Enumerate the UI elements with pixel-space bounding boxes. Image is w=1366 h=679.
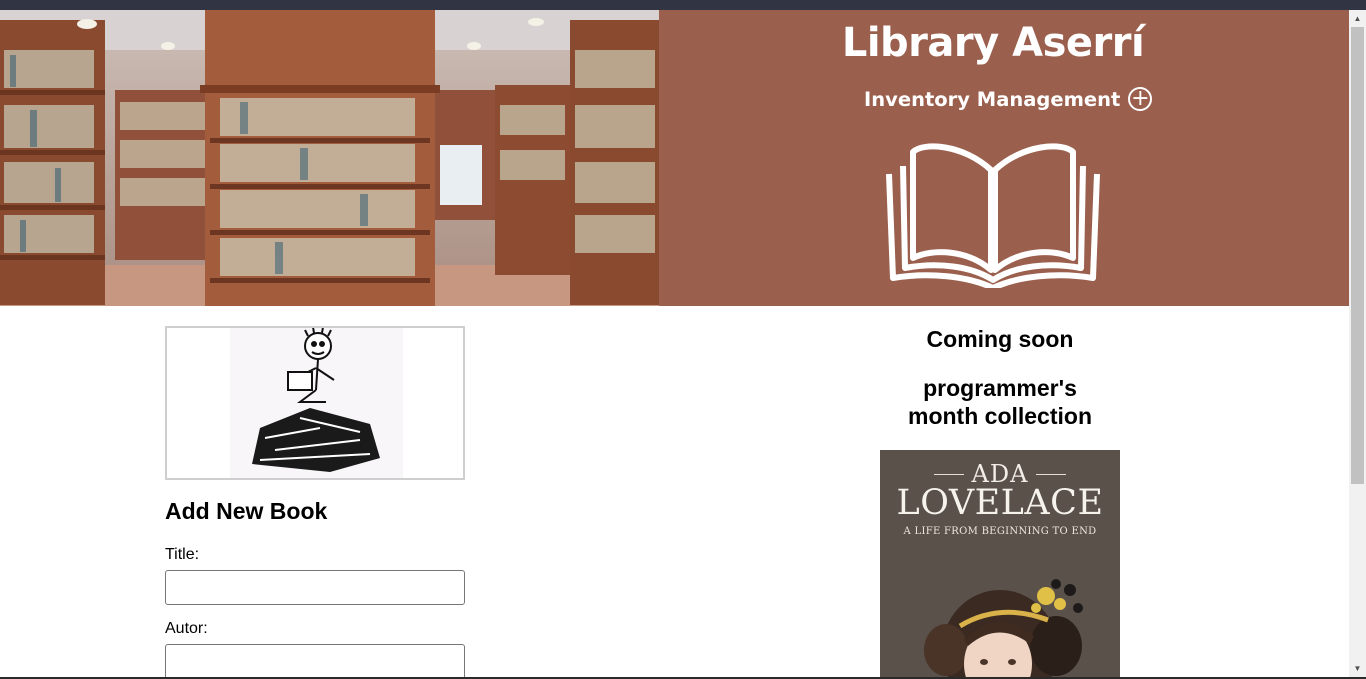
collection-line-1: programmer's [923,375,1077,401]
cover-portrait-illustration [924,579,1083,677]
open-book-icon [886,143,1100,288]
brand-panel: Library Aserrí Inventory Management + [659,10,1349,306]
header-banner: Library Aserrí Inventory Management + [0,10,1349,306]
library-interior-photo [0,10,659,306]
inventory-management-link[interactable]: Inventory Management + [864,84,1153,114]
site-subtitle: Inventory Management [864,87,1121,111]
ada-lovelace-book-cover[interactable]: Ada Lovelace A Life From Beginning to En… [880,450,1120,677]
kid-reading-on-books-image [230,326,403,478]
vertical-scrollbar[interactable]: ▲ ▼ [1349,10,1366,677]
title-input[interactable] [165,570,465,605]
plus-circle-icon[interactable]: + [1128,87,1153,111]
add-book-heading: Add New Book [165,498,328,524]
site-title: Library Aserrí [841,20,1145,66]
cover-rule-right [1036,473,1067,475]
scrollbar-thumb[interactable] [1351,27,1364,484]
reading-illustration-frame [165,326,465,480]
collection-heading: programmer's month collection [860,374,1140,430]
author-input[interactable] [165,644,465,677]
collection-line-2: month collection [908,403,1092,429]
page-viewport: Library Aserrí Inventory Management + Ad… [0,10,1349,677]
scroll-up-arrow-icon[interactable]: ▲ [1349,10,1366,27]
coming-soon-heading: Coming soon [926,326,1074,352]
cover-rule-left [933,473,964,475]
scroll-down-arrow-icon[interactable]: ▼ [1349,660,1366,677]
browser-top-bar [0,0,1366,10]
title-label: Title: [165,546,200,563]
cover-subtitle: A Life From Beginning to End [903,526,1097,537]
author-label: Autor: [165,620,208,637]
cover-main-name: Lovelace [896,483,1104,523]
